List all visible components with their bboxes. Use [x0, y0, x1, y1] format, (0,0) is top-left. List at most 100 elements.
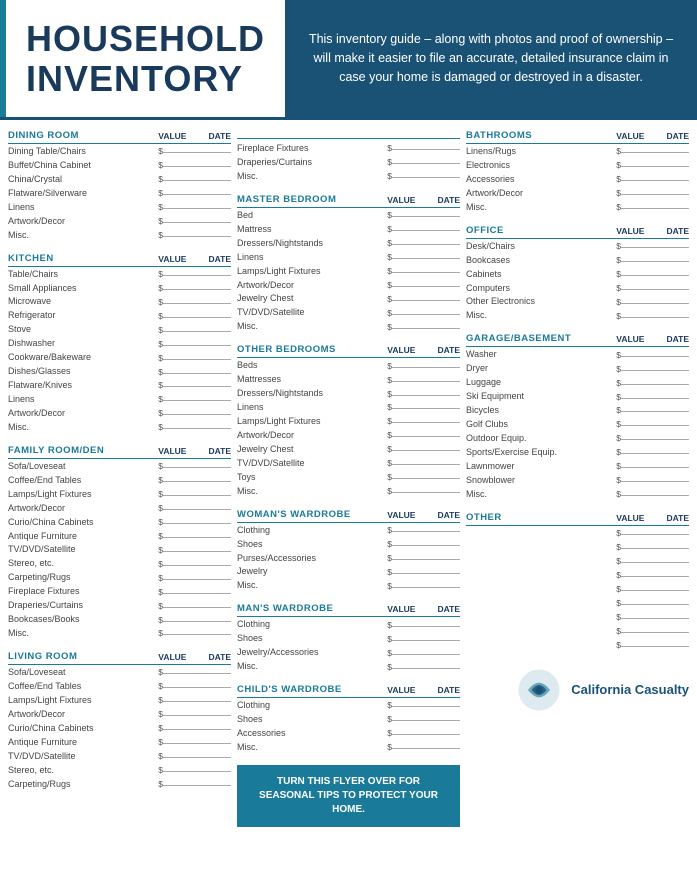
list-item: Dishwasher$: [8, 337, 231, 351]
list-item: $: [466, 568, 689, 582]
section-title-kitchen: KITCHEN: [8, 253, 154, 267]
section-womans-wardrobe: WOMAN'S WARDROBE VALUE DATE Clothing$ Sh…: [237, 509, 460, 594]
list-item: Clothing$: [237, 618, 460, 632]
list-item: Misc.$: [8, 421, 231, 435]
section-dining-room: DINING ROOM VALUE DATE Dining Table/Chai…: [8, 130, 231, 243]
list-item: Stereo, etc.$: [8, 557, 231, 571]
list-item: Jewelry Chest$: [237, 443, 460, 457]
list-item: $: [466, 624, 689, 638]
list-item: Stereo, etc.$: [8, 764, 231, 778]
list-item: Dishes/Glasses$: [8, 365, 231, 379]
list-item: $: [466, 596, 689, 610]
list-item: Sofa/Loveseat$: [8, 460, 231, 474]
list-item: Misc.$: [237, 579, 460, 593]
list-item: Desk/Chairs$: [466, 240, 689, 254]
list-item: Mattress$: [237, 223, 460, 237]
list-item: Lamps/Light Fixtures$: [237, 415, 460, 429]
list-item: Stove$: [8, 323, 231, 337]
list-item: Dryer$: [466, 362, 689, 376]
list-item: Artwork/Decor$: [8, 407, 231, 421]
list-item: Bookcases$: [466, 254, 689, 268]
list-item: Misc.$: [466, 309, 689, 323]
list-item: Dining Table/Chairs$: [8, 145, 231, 159]
header-right: This inventory guide – along with photos…: [285, 0, 697, 117]
list-item: Linens/Rugs$: [466, 145, 689, 159]
list-item: Misc.$: [237, 170, 460, 184]
list-item: Golf Clubs$: [466, 418, 689, 432]
list-item: Linens$: [8, 201, 231, 215]
list-item: Accessories$: [237, 727, 460, 741]
list-item: Bookcases/Books$: [8, 613, 231, 627]
list-item: Washer$: [466, 348, 689, 362]
list-item: Jewelry$: [237, 565, 460, 579]
list-item: Dressers/Nightstands$: [237, 237, 460, 251]
list-item: Carpeting/Rugs$: [8, 571, 231, 585]
list-item: Linens$: [237, 251, 460, 265]
list-item: Artwork/Decor$: [8, 502, 231, 516]
column-3: BATHROOMS VALUE DATE Linens/Rugs$ Electr…: [466, 130, 689, 827]
list-item: Dressers/Nightstands$: [237, 387, 460, 401]
list-item: Computers$: [466, 282, 689, 296]
list-item: China/Crystal$: [8, 173, 231, 187]
list-item: Linens$: [237, 401, 460, 415]
list-item: Sofa/Loveseat$: [8, 666, 231, 680]
section-title-office: OFFICE: [466, 225, 612, 239]
list-item: $: [466, 610, 689, 624]
section-title-dining: DINING ROOM: [8, 130, 154, 144]
section-living-room: LIVING ROOM VALUE DATE Sofa/Loveseat$ Co…: [8, 651, 231, 791]
section-other-bedrooms: OTHER BEDROOMS VALUE DATE Beds$ Mattress…: [237, 344, 460, 498]
footer-tip-box: TURN THIS FLYER OVER FOR SEASONAL TIPS T…: [237, 765, 460, 827]
list-item: Beds$: [237, 359, 460, 373]
list-item: Misc.$: [237, 660, 460, 674]
list-item: Misc.$: [466, 488, 689, 502]
section-master-bedroom: MASTER BEDROOM VALUE DATE Bed$ Mattress$…: [237, 194, 460, 334]
list-item: Cookware/Bakeware$: [8, 351, 231, 365]
list-item: Toys$: [237, 471, 460, 485]
list-item: Carpeting/Rugs$: [8, 778, 231, 792]
list-item: Lamps/Light Fixtures$: [8, 488, 231, 502]
list-item: Purses/Accessories$: [237, 552, 460, 566]
section-title-family: FAMILY ROOM/DEN: [8, 445, 154, 459]
list-item: TV/DVD/Satellite$: [8, 543, 231, 557]
list-item: Misc.$: [8, 627, 231, 641]
list-item: Misc.$: [237, 741, 460, 755]
list-item: Small Appliances$: [8, 282, 231, 296]
section-office: OFFICE VALUE DATE Desk/Chairs$ Bookcases…: [466, 225, 689, 324]
section-title-bathrooms: BATHROOMS: [466, 130, 612, 144]
list-item: Artwork/Decor$: [8, 215, 231, 229]
section-kitchen: KITCHEN VALUE DATE Table/Chairs$ Small A…: [8, 253, 231, 435]
section-living-room-cont: Fireplace Fixtures$ Draperies/Curtains$ …: [237, 130, 460, 184]
california-casualty-logo-icon: [517, 668, 561, 712]
list-item: Antique Furniture$: [8, 530, 231, 544]
section-garage: GARAGE/BASEMENT VALUE DATE Washer$ Dryer…: [466, 333, 689, 501]
list-item: Other Electronics$: [466, 295, 689, 309]
list-item: Misc.$: [466, 201, 689, 215]
list-item: Linens$: [8, 393, 231, 407]
list-item: TV/DVD/Satellite$: [237, 306, 460, 320]
list-item: Shoes$: [237, 632, 460, 646]
list-item: Shoes$: [237, 713, 460, 727]
list-item: Lawnmower$: [466, 460, 689, 474]
column-1: DINING ROOM VALUE DATE Dining Table/Chai…: [8, 130, 231, 827]
header: HOUSEHOLD INVENTORY This inventory guide…: [0, 0, 697, 120]
list-item: Coffee/End Tables$: [8, 680, 231, 694]
list-item: $: [466, 638, 689, 652]
list-item: Misc.$: [8, 229, 231, 243]
list-item: $: [466, 527, 689, 541]
section-title-other: OTHER: [466, 512, 612, 526]
list-item: Bicycles$: [466, 404, 689, 418]
list-item: Misc.$: [237, 320, 460, 334]
list-item: Curio/China Cabinets$: [8, 722, 231, 736]
list-item: Jewelry/Accessories$: [237, 646, 460, 660]
header-description: This inventory guide – along with photos…: [305, 30, 677, 86]
list-item: Microwave$: [8, 295, 231, 309]
section-title-master: MASTER BEDROOM: [237, 194, 383, 208]
list-item: Coffee/End Tables$: [8, 474, 231, 488]
section-bathrooms: BATHROOMS VALUE DATE Linens/Rugs$ Electr…: [466, 130, 689, 215]
footer-logo-area: California Casualty: [466, 668, 689, 712]
list-item: $: [466, 582, 689, 596]
section-title-garage: GARAGE/BASEMENT: [466, 333, 612, 347]
list-item: Artwork/Decor$: [237, 279, 460, 293]
section-title-childs: CHILD'S WARDROBE: [237, 684, 383, 698]
list-item: Flatware/Knives$: [8, 379, 231, 393]
